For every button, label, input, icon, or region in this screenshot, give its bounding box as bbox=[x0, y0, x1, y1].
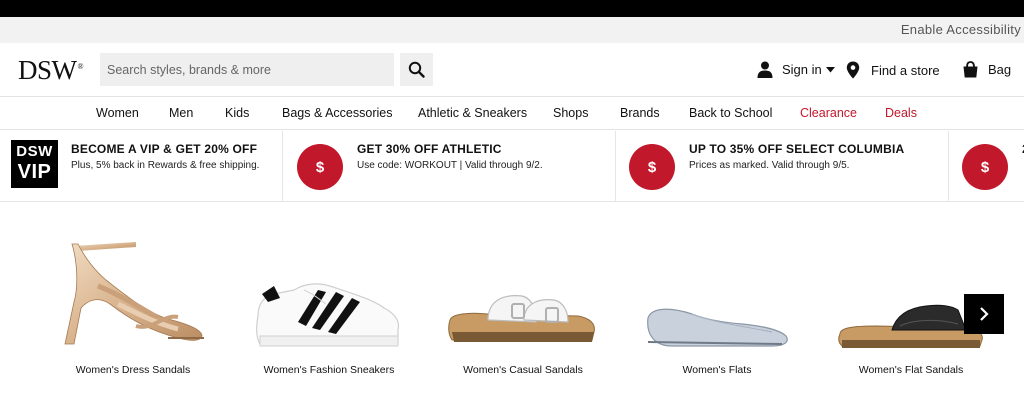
promo-subtitle: Prices as marked. Valid through 9/5. bbox=[689, 160, 850, 171]
search-icon bbox=[408, 61, 425, 78]
dollar-icon: $ bbox=[962, 144, 1008, 190]
dollar-icon: $ bbox=[297, 144, 343, 190]
bag-button[interactable]: Bag bbox=[962, 61, 1011, 78]
nav-item-women[interactable]: Women bbox=[96, 106, 139, 120]
logo-registered-mark: ® bbox=[77, 62, 84, 71]
promo-subtitle: Use code: WORKOUT | Valid through 9/2. bbox=[357, 160, 543, 171]
product-label: Women's Casual Sandals bbox=[463, 364, 583, 376]
flat-shoe-image bbox=[647, 308, 788, 347]
shopping-bag-icon bbox=[963, 61, 978, 78]
nav-item-brands[interactable]: Brands bbox=[620, 106, 660, 120]
nav-item-shops[interactable]: Shops bbox=[553, 106, 588, 120]
dollar-icon: $ bbox=[629, 144, 675, 190]
find-store-button[interactable]: Find a store bbox=[846, 61, 940, 79]
dsw-logo[interactable]: DSW® bbox=[18, 55, 84, 86]
vip-badge-line2: VIP bbox=[17, 161, 52, 183]
product-tile-dress-sandals[interactable]: Women's Dress Sandals bbox=[38, 234, 228, 384]
product-category-carousel: Women's Dress Sandals Women's Fashion Sn… bbox=[0, 202, 1024, 415]
sneaker-image bbox=[256, 283, 400, 347]
product-label: Women's Flats bbox=[682, 364, 752, 376]
promo-title: UP TO 35% OFF SELECT COLUMBIA bbox=[689, 142, 905, 156]
enable-accessibility-link[interactable]: Enable Accessibility bbox=[901, 22, 1021, 37]
nav-item-men[interactable]: Men bbox=[169, 106, 193, 120]
product-tile-casual-sandals[interactable]: Women's Casual Sandals bbox=[428, 234, 618, 384]
sign-in-label: Sign in bbox=[782, 62, 822, 77]
nav-item-back-to-school[interactable]: Back to School bbox=[689, 106, 772, 120]
nav-item-deals[interactable]: Deals bbox=[885, 106, 917, 120]
nav-item-clearance[interactable]: Clearance bbox=[800, 106, 857, 120]
product-label: Women's Dress Sandals bbox=[75, 364, 191, 376]
promo-athletic[interactable]: $ GET 30% OFF ATHLETIC Use code: WORKOUT… bbox=[283, 131, 616, 201]
nav-item-bags-accessories[interactable]: Bags & Accessories bbox=[282, 106, 392, 120]
nav-item-kids[interactable]: Kids bbox=[225, 106, 249, 120]
promo-columbia[interactable]: $ UP TO 35% OFF SELECT COLUMBIA Prices a… bbox=[616, 131, 949, 201]
product-label: Women's Flat Sandals bbox=[858, 364, 964, 376]
dsw-vip-badge: DSW VIP bbox=[11, 140, 58, 188]
search-input[interactable] bbox=[100, 53, 394, 86]
product-tile-flats[interactable]: Women's Flats bbox=[622, 234, 812, 384]
product-label: Women's Fashion Sneakers bbox=[263, 364, 395, 376]
promo-partial[interactable]: $ 2 bbox=[949, 131, 1024, 201]
location-pin-icon bbox=[846, 61, 860, 79]
bag-label: Bag bbox=[988, 62, 1012, 77]
top-black-bar bbox=[0, 0, 1024, 17]
accessibility-bar: Enable Accessibility bbox=[0, 17, 1024, 43]
casual-sandal-image bbox=[448, 295, 595, 342]
carousel-next-button[interactable] bbox=[964, 294, 1004, 334]
vip-badge-line1: DSW bbox=[16, 143, 53, 160]
sign-in-button[interactable]: Sign in bbox=[757, 61, 835, 78]
search-button[interactable] bbox=[400, 53, 433, 86]
dress-sandal-image bbox=[64, 242, 204, 345]
main-navigation: Women Men Kids Bags & Accessories Athlet… bbox=[0, 97, 1024, 130]
caret-down-icon bbox=[825, 66, 835, 72]
site-header: DSW® Sign in Find a store Bag bbox=[0, 43, 1024, 97]
promo-carousel: DSW VIP BECOME A VIP & GET 20% OFF Plus,… bbox=[0, 131, 1024, 202]
find-store-label: Find a store bbox=[871, 62, 940, 78]
promo-subtitle: Plus, 5% back in Rewards & free shipping… bbox=[71, 160, 260, 171]
promo-title: GET 30% OFF ATHLETIC bbox=[357, 142, 502, 156]
promo-title: BECOME A VIP & GET 20% OFF bbox=[71, 142, 258, 156]
product-tile-fashion-sneakers[interactable]: Women's Fashion Sneakers bbox=[234, 234, 424, 384]
user-icon bbox=[757, 61, 773, 78]
logo-text: DSW bbox=[18, 55, 77, 85]
promo-vip[interactable]: DSW VIP BECOME A VIP & GET 20% OFF Plus,… bbox=[0, 131, 283, 201]
nav-item-athletic-sneakers[interactable]: Athletic & Sneakers bbox=[418, 106, 527, 120]
chevron-right-icon bbox=[980, 307, 989, 321]
